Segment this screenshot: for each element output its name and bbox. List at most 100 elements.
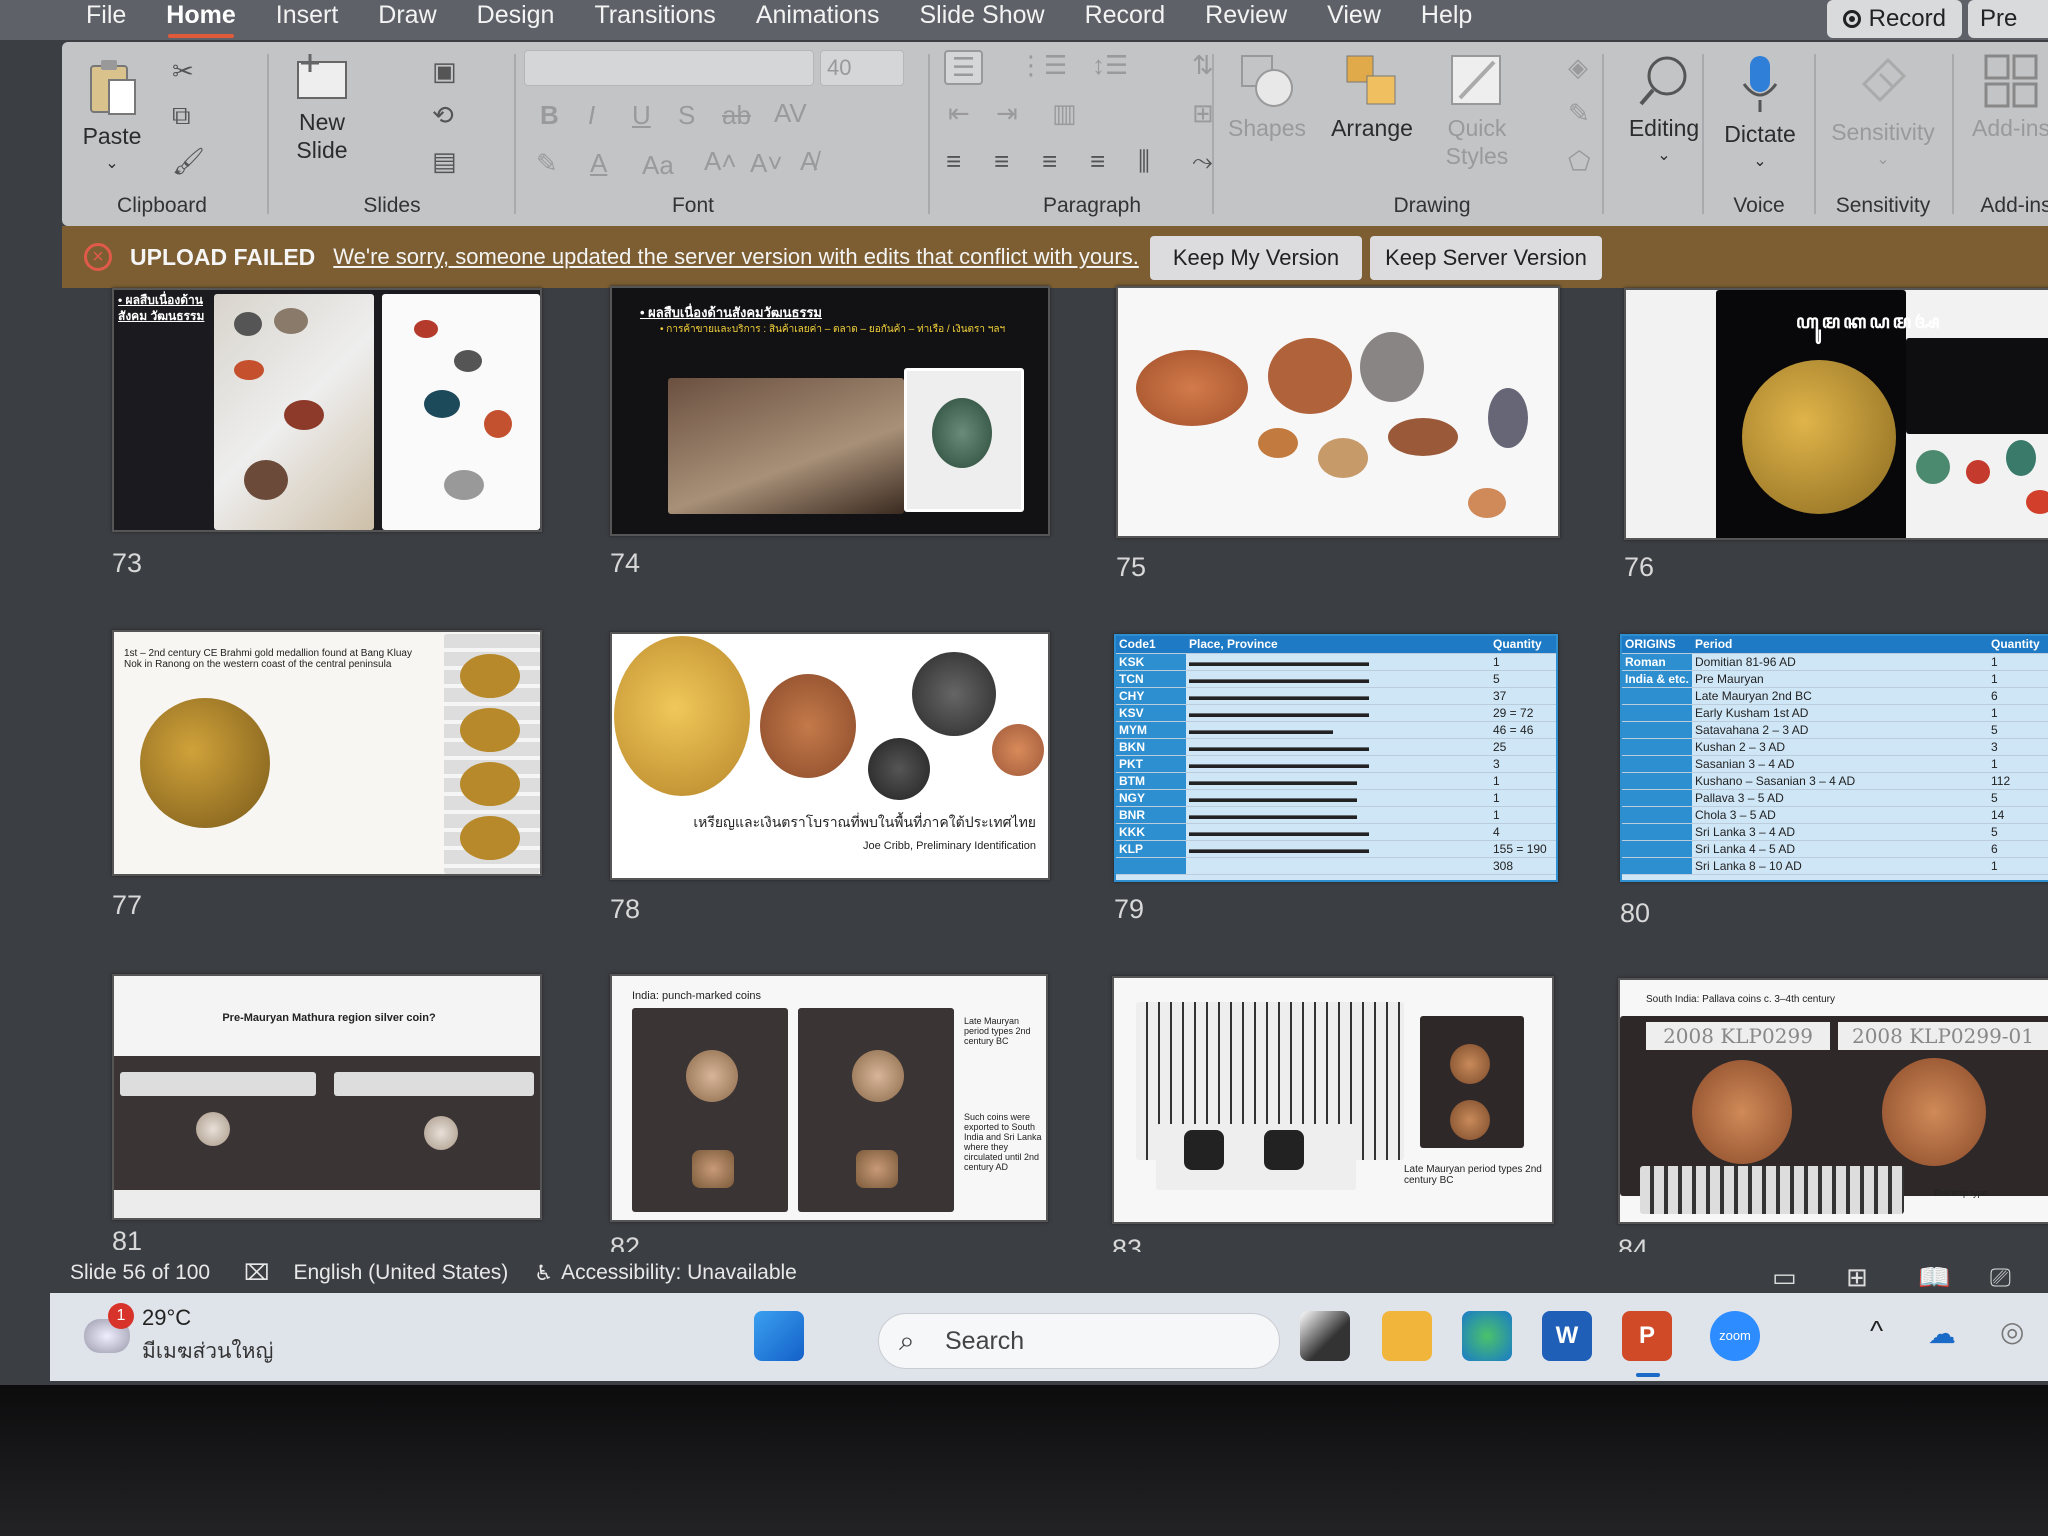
- increase-indent-icon[interactable]: ⇥: [996, 98, 1018, 129]
- keep-server-version-button[interactable]: Keep Server Version: [1370, 236, 1602, 280]
- sensitivity-button[interactable]: Sensitivity ⌄: [1818, 54, 1948, 174]
- strikethrough-icon[interactable]: ab: [722, 100, 751, 131]
- editing-button[interactable]: Editing ⌄: [1614, 54, 1714, 170]
- columns-icon[interactable]: ▥: [1052, 98, 1077, 129]
- arrange-button[interactable]: Arrange: [1322, 54, 1422, 142]
- slide-thumbnail-81[interactable]: Pre-Mauryan Mathura region silver coin?: [112, 974, 542, 1220]
- tab-insert[interactable]: Insert: [256, 0, 359, 40]
- slide-thumbnail-80[interactable]: ORIGINS Period Quantity Roman Domitian 81…: [1620, 634, 2048, 882]
- slide-thumbnail-82[interactable]: India: punch-marked coins Late Mauryan p…: [610, 974, 1048, 1222]
- tab-draw[interactable]: Draw: [358, 0, 456, 40]
- slide-thumbnail-78[interactable]: เหรียญและเงินตราโบราณที่พบในพื้นที่ภาคใต…: [610, 632, 1050, 880]
- shape-outline-icon[interactable]: ✎: [1568, 98, 1590, 129]
- addins-button[interactable]: Add-ins: [1956, 54, 2048, 142]
- paste-button[interactable]: Paste ⌄: [72, 56, 152, 178]
- smartart-icon[interactable]: ⤳: [1192, 146, 1213, 178]
- slideshow-view-icon[interactable]: ⎚: [1990, 1262, 2011, 1294]
- slide-thumbnail-84[interactable]: South India: Pallava coins c. 3–4th cent…: [1618, 978, 2048, 1224]
- layout-icon[interactable]: ▣: [432, 56, 457, 87]
- taskbar-search[interactable]: ⌕ Search: [878, 1313, 1280, 1369]
- format-painter-icon[interactable]: 🖌: [172, 146, 205, 177]
- windows-start-icon[interactable]: [754, 1311, 804, 1361]
- tab-design[interactable]: Design: [457, 0, 575, 40]
- highlight-icon[interactable]: ✎: [536, 148, 558, 179]
- font-family-box[interactable]: [524, 50, 814, 86]
- table-cell-origin: [1622, 755, 1693, 773]
- grow-font-icon[interactable]: A˄: [704, 146, 737, 177]
- decrease-indent-icon[interactable]: ⇤: [948, 98, 970, 129]
- present-button[interactable]: Pre: [1968, 0, 2048, 38]
- slide-number-83: 83: [1112, 1234, 1143, 1252]
- chevron-up-icon[interactable]: ^: [1870, 1315, 1883, 1347]
- tab-record[interactable]: Record: [1065, 0, 1186, 40]
- align-text-icon[interactable]: ⊞: [1192, 98, 1214, 129]
- dictate-button[interactable]: Dictate ⌄: [1710, 54, 1810, 176]
- cut-icon[interactable]: ✂: [172, 56, 194, 87]
- tab-slide-show[interactable]: Slide Show: [899, 0, 1064, 40]
- slide-82-coin: [692, 1150, 734, 1188]
- reading-view-icon[interactable]: 📖: [1918, 1262, 1950, 1293]
- bullets-icon[interactable]: ☰: [944, 50, 984, 85]
- section-icon[interactable]: ▤: [432, 146, 457, 177]
- shrink-font-icon[interactable]: A˅: [750, 148, 783, 179]
- tab-file[interactable]: File: [66, 0, 146, 40]
- slide-thumbnail-74[interactable]: • ผลสืบเนื่องด้านสังคมวัฒนธรรม • การค้าข…: [610, 286, 1050, 536]
- slide-thumbnail-76[interactable]: ꦲꦸꦩꦏꦝꦩꦄ: [1624, 288, 2048, 540]
- file-explorer-icon[interactable]: [1382, 1311, 1432, 1361]
- banner-message[interactable]: We're sorry, someone updated the server …: [333, 244, 1139, 270]
- justify-icon[interactable]: ≡: [1090, 146, 1105, 177]
- record-button[interactable]: Record: [1826, 0, 1962, 38]
- italic-icon[interactable]: I: [588, 100, 595, 131]
- tab-home[interactable]: Home: [146, 0, 255, 40]
- slide-thumbnail-77[interactable]: 1st – 2nd century CE Brahmi gold medalli…: [112, 630, 542, 876]
- distributed-icon[interactable]: ⫼: [1138, 146, 1150, 178]
- slide-77-medallion-view: [460, 762, 520, 806]
- reset-icon[interactable]: ⟲: [432, 100, 454, 131]
- slide-sorter-view-icon[interactable]: ⊞: [1846, 1262, 1868, 1293]
- char-spacing-icon[interactable]: AV: [774, 98, 807, 129]
- tab-help[interactable]: Help: [1401, 0, 1492, 40]
- new-slide-button[interactable]: New Slide: [282, 52, 362, 164]
- shape-fill-icon[interactable]: ◈: [1568, 52, 1588, 83]
- tab-view[interactable]: View: [1307, 0, 1401, 40]
- spelling-icon[interactable]: ⌧: [244, 1260, 269, 1286]
- powerpoint-icon[interactable]: P: [1622, 1311, 1672, 1361]
- align-right-icon[interactable]: ≡: [1042, 146, 1057, 177]
- shape-effects-icon[interactable]: ⬠: [1568, 146, 1591, 177]
- align-left-icon[interactable]: ≡: [946, 146, 961, 177]
- slide-thumbnail-73[interactable]: • ผลสืบเนื่องด้าน สังคม วัฒนธรรม: [112, 288, 542, 532]
- slide-thumbnail-83[interactable]: Late Mauryan period types 2nd century BC: [1112, 976, 1554, 1224]
- language-indicator[interactable]: English (United States): [293, 1261, 508, 1285]
- tab-review[interactable]: Review: [1185, 0, 1307, 40]
- slide-76-gold-coin: [1742, 360, 1896, 514]
- shapes-button[interactable]: Shapes: [1222, 54, 1312, 142]
- line-spacing-icon[interactable]: ↕☰: [1092, 50, 1128, 81]
- underline-icon[interactable]: U: [632, 100, 651, 131]
- task-view-icon[interactable]: [1300, 1311, 1350, 1361]
- edge-browser-icon[interactable]: [1462, 1311, 1512, 1361]
- slide-number-73: 73: [112, 548, 143, 578]
- zoom-icon[interactable]: zoom: [1710, 1311, 1760, 1361]
- slide-thumbnail-75[interactable]: [1116, 286, 1560, 538]
- quick-styles-button[interactable]: Quick Styles: [1432, 54, 1522, 170]
- numbering-icon[interactable]: ⋮☰: [1018, 50, 1067, 81]
- onedrive-icon[interactable]: ☁: [1928, 1317, 1956, 1350]
- align-center-icon[interactable]: ≡: [994, 146, 1009, 177]
- system-tray-icon[interactable]: ◎: [2000, 1315, 2024, 1348]
- slide-thumbnail-79[interactable]: Code1 Place, Province Quantity KSK ▬▬▬▬▬▬…: [1114, 634, 1558, 882]
- normal-view-icon[interactable]: ▭: [1772, 1262, 1797, 1293]
- keep-my-version-button[interactable]: Keep My Version: [1150, 236, 1362, 280]
- font-size-box[interactable]: 40: [820, 50, 904, 86]
- strike-shadow-icon[interactable]: S: [678, 100, 695, 131]
- word-icon[interactable]: W: [1542, 1311, 1592, 1361]
- accessibility-status[interactable]: Accessibility: Unavailable: [561, 1261, 797, 1285]
- change-case-icon[interactable]: Aa: [642, 150, 674, 181]
- tab-animations[interactable]: Animations: [736, 0, 900, 40]
- font-color-icon[interactable]: A: [590, 148, 607, 179]
- clear-format-icon[interactable]: A̸: [800, 146, 817, 177]
- copy-icon[interactable]: ⧉: [172, 100, 191, 132]
- text-direction-icon[interactable]: ⇅: [1192, 50, 1214, 81]
- bold-icon[interactable]: B: [540, 100, 559, 131]
- table-cell-place: [1186, 857, 1490, 875]
- tab-transitions[interactable]: Transitions: [574, 0, 735, 40]
